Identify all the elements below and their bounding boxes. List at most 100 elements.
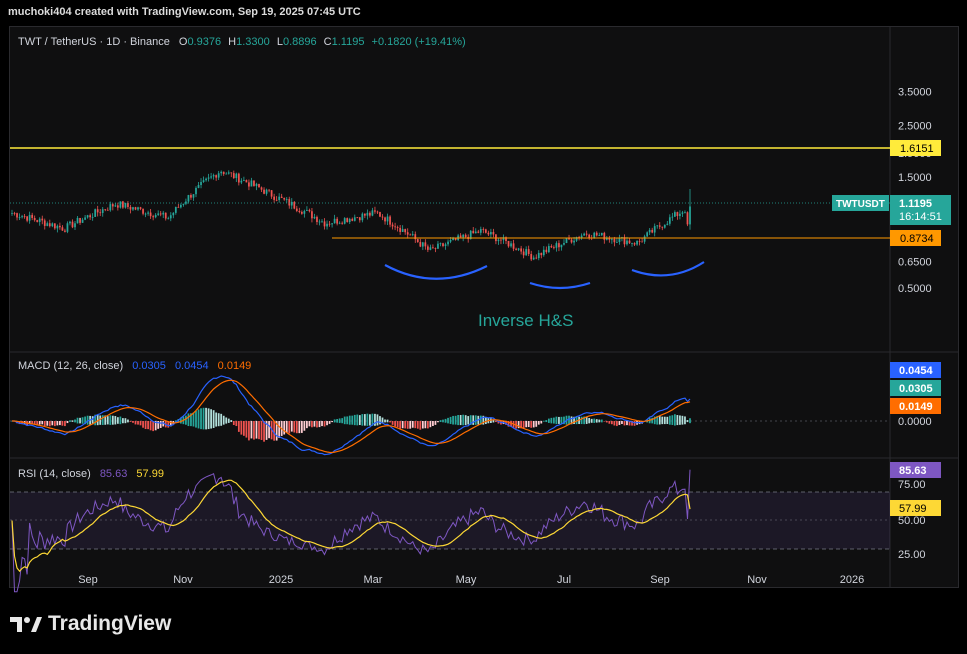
- macd-histogram-bar: [527, 421, 530, 428]
- macd-histogram-bar: [195, 410, 197, 428]
- candle-body: [149, 212, 152, 217]
- macd-histogram-bar: [668, 415, 671, 425]
- macd-histogram-bar: [369, 414, 371, 426]
- right-shoulder-arc[interactable]: [631, 261, 705, 277]
- macd-histogram-bar: [71, 420, 74, 422]
- macd-histogram-bar: [568, 415, 570, 425]
- candle-body: [308, 209, 311, 212]
- left-shoulder-arc[interactable]: [384, 264, 488, 280]
- macd-histogram-bar: [142, 421, 144, 428]
- candle-body: [237, 173, 240, 183]
- candle-body: [492, 232, 495, 235]
- candle-body: [656, 225, 659, 227]
- candle-body: [323, 221, 326, 227]
- macd-histogram-bar: [185, 415, 187, 425]
- candle-body: [684, 212, 686, 214]
- candle-body: [79, 217, 81, 223]
- time-tick-label: Nov: [747, 574, 767, 586]
- macd-histogram-bar: [230, 420, 233, 423]
- macd-histogram-bar: [217, 413, 220, 427]
- macd-histogram-bar: [681, 415, 684, 425]
- candle-body: [643, 236, 646, 242]
- candle-body: [598, 235, 601, 236]
- macd-histogram-bar: [603, 421, 606, 422]
- macd-histogram-bar: [260, 421, 263, 440]
- macd-histogram-bar: [119, 416, 122, 425]
- time-tick-label: 2025: [269, 574, 293, 586]
- candle-body: [603, 232, 606, 240]
- macd-histogram-bar: [331, 421, 333, 423]
- candle-body: [202, 180, 205, 182]
- macd-histogram-bar: [300, 421, 303, 433]
- candle-body: [230, 172, 233, 174]
- macd-histogram-bar: [303, 421, 306, 431]
- macd-histogram-bar: [306, 421, 308, 429]
- macd-histogram-bar: [41, 421, 44, 425]
- tradingview-logo[interactable]: TradingView: [10, 612, 171, 636]
- candle-body: [283, 197, 286, 200]
- candle-body: [258, 183, 260, 188]
- macd-histogram-bar: [542, 420, 545, 422]
- candle-body: [361, 213, 364, 221]
- chart-canvas[interactable]: Inverse H&S TWT / TetherUS · 1D · Binanc…: [0, 0, 967, 654]
- macd-histogram-bar: [222, 415, 225, 425]
- macd-histogram-bar: [439, 420, 442, 423]
- candle-body: [119, 201, 122, 208]
- candle-body: [154, 214, 157, 218]
- candle-body: [147, 212, 149, 214]
- macd-histogram-bar: [273, 421, 276, 441]
- macd-histogram-bar: [590, 418, 593, 423]
- price-tick-label: 0.5000: [898, 283, 932, 295]
- macd-histogram-bar: [558, 416, 560, 424]
- macd-histogram-bar: [343, 416, 346, 425]
- candle-body: [295, 208, 298, 211]
- candle-body: [676, 212, 679, 216]
- candle-body: [11, 213, 13, 214]
- macd-histogram-bar: [598, 419, 601, 423]
- macd-histogram-bar: [424, 421, 427, 429]
- macd-histogram-bar: [689, 418, 691, 424]
- macd-histogram-bar: [336, 419, 339, 423]
- macd-histogram-bar: [613, 421, 616, 426]
- candle-body: [689, 206, 691, 225]
- symbol-badge-text: TWTUSDT: [836, 199, 885, 210]
- candle-body: [253, 180, 255, 186]
- macd-histogram-bar: [588, 417, 591, 424]
- candle-body: [384, 217, 386, 222]
- macd-histogram-bar: [313, 421, 316, 427]
- macd-histogram-bar: [540, 421, 543, 424]
- macd-histogram-bar: [66, 421, 69, 424]
- candle-body: [285, 199, 288, 200]
- macd-histogram-bar: [467, 416, 470, 425]
- candle-body: [358, 217, 361, 221]
- ohlc-change: +0.1820 (+19.41%): [372, 36, 466, 48]
- head-arc[interactable]: [529, 281, 591, 290]
- candle-body: [300, 211, 303, 214]
- macd-histogram-bar: [610, 421, 613, 425]
- candle-body: [484, 229, 487, 233]
- candle-body: [540, 252, 543, 256]
- macd-histogram-bar: [248, 421, 250, 441]
- candle-body: [91, 216, 94, 218]
- macd-histogram-bar: [263, 421, 265, 442]
- candle-body: [537, 252, 540, 259]
- ohlc-low: 0.8896: [283, 36, 317, 48]
- macd-badge-1-text: 0.0454: [899, 365, 934, 377]
- ohlc-high: 1.3300: [236, 36, 270, 48]
- macd-histogram-bar: [56, 421, 59, 426]
- candle-body: [374, 210, 376, 212]
- rsi-tick-label: 50.00: [898, 515, 926, 527]
- candle-body: [76, 217, 79, 224]
- candle-body: [298, 210, 301, 212]
- candle-body: [94, 209, 97, 217]
- candle-body: [666, 223, 669, 225]
- candle-body: [399, 227, 402, 232]
- macd-histogram-bar: [661, 416, 664, 425]
- candle-body: [321, 221, 323, 223]
- macd-histogram-bar: [444, 418, 447, 423]
- candle-body: [449, 239, 452, 242]
- price-tick-label: 2.5000: [898, 120, 932, 132]
- candle-body: [363, 213, 366, 216]
- candle-body: [273, 196, 276, 200]
- candle-body: [462, 234, 465, 238]
